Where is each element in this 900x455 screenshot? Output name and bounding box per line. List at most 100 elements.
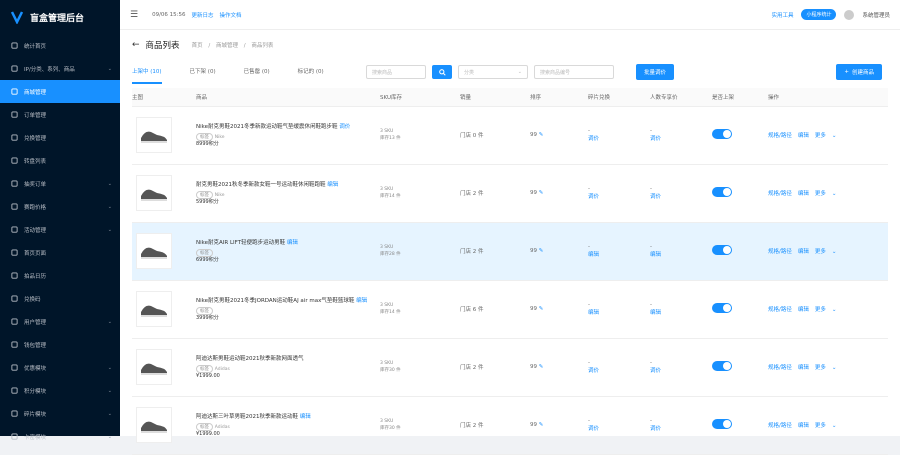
- user-name[interactable]: 系统管理员: [862, 11, 890, 19]
- spec-link[interactable]: 规格/路径: [768, 191, 792, 197]
- product-name[interactable]: 阿迪达斯三叶草男鞋2021秋季新款运动鞋: [196, 414, 298, 420]
- sidebar-item[interactable]: 兑换码: [0, 287, 120, 310]
- product-name[interactable]: Nike耐克男鞋2021冬季新款运动鞋气垫缓震休闲鞋跑步鞋: [196, 124, 338, 130]
- sidebar-item[interactable]: 卡密模块 ⌄: [0, 425, 120, 448]
- edit-link[interactable]: 编辑: [798, 307, 809, 313]
- publish-toggle[interactable]: [712, 303, 732, 313]
- edit-link[interactable]: 编辑: [798, 365, 809, 371]
- update-log-link[interactable]: 更新日志: [192, 11, 214, 19]
- edit-sort-icon[interactable]: ✎: [539, 190, 544, 196]
- group-price-link[interactable]: 编辑: [650, 250, 712, 258]
- mini-stats-button[interactable]: 小程序统计: [801, 9, 837, 20]
- group-price-link[interactable]: 调价: [650, 366, 712, 374]
- more-link[interactable]: 更多: [815, 249, 826, 255]
- avatar[interactable]: [844, 9, 855, 20]
- docs-link[interactable]: 操作文档: [220, 11, 242, 19]
- product-image[interactable]: [136, 117, 172, 153]
- edit-link[interactable]: 编辑: [798, 249, 809, 255]
- publish-toggle[interactable]: [712, 245, 732, 255]
- table-row[interactable]: Nike耐克男鞋2021冬季JORDAN运动鞋AJ air max气垫鞋篮球鞋 …: [132, 280, 888, 339]
- edit-link[interactable]: 编辑: [798, 133, 809, 139]
- fragment-link[interactable]: 调价: [588, 134, 650, 142]
- more-link[interactable]: 更多: [815, 365, 826, 371]
- sidebar-item[interactable]: 商城管理: [0, 80, 120, 103]
- product-image[interactable]: [136, 175, 172, 211]
- sidebar-item[interactable]: 订单管理: [0, 103, 120, 126]
- product-name[interactable]: 耐克男鞋2021秋冬季新款女鞋一号运动鞋休闲鞋跑鞋: [196, 182, 326, 188]
- sidebar-item[interactable]: 积分模块 ⌄: [0, 379, 120, 402]
- sidebar-item[interactable]: 拍品日历: [0, 264, 120, 287]
- product-name[interactable]: Nike耐克男鞋2021冬季JORDAN运动鞋AJ air max气垫鞋篮球鞋: [196, 298, 354, 304]
- more-link[interactable]: 更多: [815, 191, 826, 197]
- group-price-link[interactable]: 编辑: [650, 308, 712, 316]
- product-image[interactable]: [136, 407, 172, 443]
- app-logo[interactable]: 盲盒管理后台: [0, 0, 120, 34]
- product-edit-link[interactable]: 编辑: [356, 298, 367, 304]
- product-edit-link[interactable]: 编辑: [287, 240, 298, 246]
- code-search-input[interactable]: 搜索商品编号: [534, 65, 614, 79]
- group-price-link[interactable]: 调价: [650, 424, 712, 432]
- publish-toggle[interactable]: [712, 419, 732, 429]
- spec-link[interactable]: 规格/路径: [768, 423, 792, 429]
- group-price-link[interactable]: 调价: [650, 134, 712, 142]
- edit-sort-icon[interactable]: ✎: [539, 422, 544, 428]
- sidebar-item[interactable]: 统计首页: [0, 34, 120, 57]
- more-link[interactable]: 更多: [815, 307, 826, 313]
- fragment-link[interactable]: 调价: [588, 424, 650, 432]
- product-edit-link[interactable]: 编辑: [327, 182, 338, 188]
- status-tab[interactable]: 上架中 (10): [132, 60, 162, 84]
- table-row[interactable]: Nike耐克AIR LIFT轻便跑步运动男鞋 编辑 标签 6999积分 3 SKU 库…: [132, 222, 888, 281]
- status-tab[interactable]: 已下架 (0): [190, 60, 216, 84]
- product-name[interactable]: 阿迪达斯男鞋运动鞋2021秋季新款网面透气: [196, 356, 304, 362]
- publish-toggle[interactable]: [712, 187, 732, 197]
- sidebar-item[interactable]: 兑换管理: [0, 126, 120, 149]
- sidebar-item[interactable]: 优惠模块 ⌄: [0, 356, 120, 379]
- edit-sort-icon[interactable]: ✎: [539, 248, 544, 254]
- edit-sort-icon[interactable]: ✎: [539, 306, 544, 312]
- spec-link[interactable]: 规格/路径: [768, 307, 792, 313]
- spec-link[interactable]: 规格/路径: [768, 365, 792, 371]
- product-edit-link[interactable]: 编辑: [300, 414, 311, 420]
- more-link[interactable]: 更多: [815, 423, 826, 429]
- sidebar-item[interactable]: 赛跑价格 ⌄: [0, 195, 120, 218]
- breadcrumb-home[interactable]: 首页: [192, 43, 203, 49]
- table-row[interactable]: Nike耐克男鞋2021冬季新款运动鞋气垫缓震休闲鞋跑步鞋 调价 标签 Nike 8…: [132, 106, 888, 165]
- batch-price-button[interactable]: 批量调价: [636, 64, 675, 80]
- publish-toggle[interactable]: [712, 129, 732, 139]
- sidebar-item[interactable]: 碎片模块 ⌄: [0, 402, 120, 425]
- search-input[interactable]: 搜索商品: [366, 65, 426, 79]
- sidebar-item[interactable]: 活动管理 ⌄: [0, 218, 120, 241]
- table-row[interactable]: 阿迪达斯三叶草男鞋2021秋季新款运动鞋 编辑 标签 Adidas ¥1999.00…: [132, 396, 888, 455]
- create-product-button[interactable]: + 创建商品: [836, 64, 882, 80]
- more-link[interactable]: 更多: [815, 133, 826, 139]
- edit-link[interactable]: 编辑: [798, 423, 809, 429]
- category-select[interactable]: 分类 ⌄: [458, 65, 528, 79]
- group-price-link[interactable]: 调价: [650, 192, 712, 200]
- spec-link[interactable]: 规格/路径: [768, 249, 792, 255]
- edit-link[interactable]: 编辑: [798, 191, 809, 197]
- table-row[interactable]: 阿迪达斯男鞋运动鞋2021秋季新款网面透气 标签 Adidas ¥1999.00 3…: [132, 338, 888, 397]
- product-name[interactable]: Nike耐克AIR LIFT轻便跑步运动男鞋: [196, 240, 285, 246]
- breadcrumb-shop[interactable]: 商城管理: [216, 43, 238, 49]
- spec-link[interactable]: 规格/路径: [768, 133, 792, 139]
- edit-sort-icon[interactable]: ✎: [539, 132, 544, 138]
- fragment-link[interactable]: 调价: [588, 366, 650, 374]
- menu-toggle-icon[interactable]: ☰: [130, 10, 138, 20]
- edit-sort-icon[interactable]: ✎: [539, 364, 544, 370]
- product-image[interactable]: [136, 349, 172, 385]
- sidebar-item[interactable]: 首页页面: [0, 241, 120, 264]
- sidebar-item[interactable]: 抽奖订单 ⌄: [0, 172, 120, 195]
- publish-toggle[interactable]: [712, 361, 732, 371]
- product-image[interactable]: [136, 233, 172, 269]
- search-button[interactable]: [432, 65, 452, 79]
- status-tab[interactable]: 标记的 (0): [298, 60, 324, 84]
- sidebar-item[interactable]: IP/分类、系列、商品 ⌄: [0, 57, 120, 80]
- back-arrow-icon[interactable]: ←: [132, 40, 140, 50]
- sidebar-item[interactable]: 用户管理 ⌄: [0, 310, 120, 333]
- tools-link[interactable]: 实用工具: [771, 11, 793, 19]
- table-row[interactable]: 耐克男鞋2021秋冬季新款女鞋一号运动鞋休闲鞋跑鞋 编辑 标签 Nike 5999积…: [132, 164, 888, 223]
- sidebar-item[interactable]: 钱包管理: [0, 333, 120, 356]
- sidebar-item[interactable]: 转盘列表: [0, 149, 120, 172]
- fragment-link[interactable]: 编辑: [588, 308, 650, 316]
- status-tab[interactable]: 已售罄 (0): [244, 60, 270, 84]
